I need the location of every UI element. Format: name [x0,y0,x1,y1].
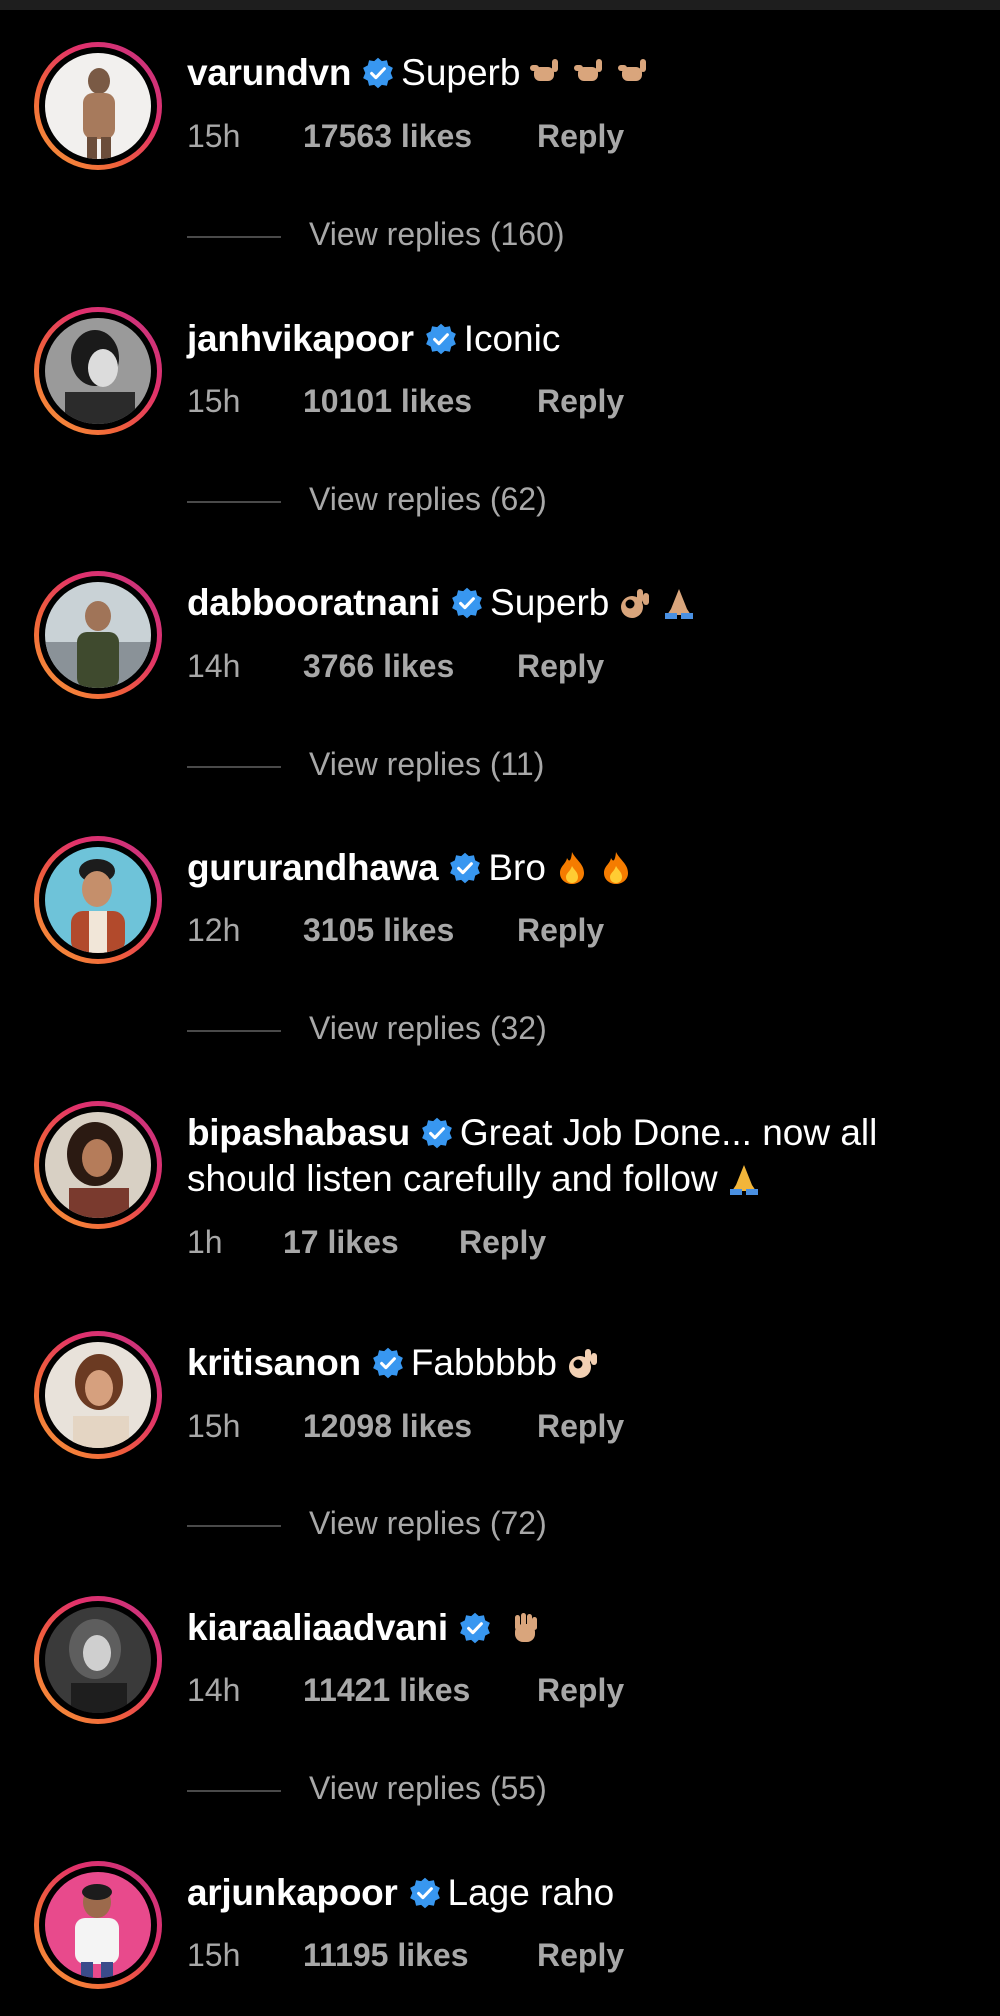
verified-badge-icon [422,1117,452,1149]
username[interactable]: kiaraaliaadvani [187,1607,448,1648]
top-bar [0,0,1000,10]
call-me-hand-emoji-icon [530,59,559,81]
comment-text: Superb [401,52,521,93]
avatar-photo [45,318,151,424]
waving-hand-emoji-icon [514,1613,537,1642]
comment-text: Bro [488,847,546,888]
reply-button[interactable]: Reply [537,1406,624,1446]
view-replies-button[interactable]: View replies (62) [187,479,547,519]
avatar-photo [45,582,151,688]
comment-time: 12h [187,912,241,948]
avatar-photo [45,1872,151,1978]
comment-time: 1h [187,1224,223,1260]
avatar[interactable] [34,1331,162,1459]
username[interactable]: dabbooratnani [187,582,440,623]
divider-line [187,1029,281,1032]
view-replies-button[interactable]: View replies (32) [187,1008,547,1048]
verified-badge-icon [425,323,456,355]
folded-hands-emoji-icon [665,589,694,619]
ok-hand-emoji-icon [621,589,650,618]
view-replies-label: View replies (32) [309,1010,547,1046]
comment-text: Superb [490,582,610,623]
likes-count[interactable]: 3105 likes [303,910,517,950]
avatar[interactable] [34,1101,162,1229]
verified-badge-icon [363,57,394,89]
avatar[interactable] [34,1596,162,1724]
username[interactable]: bipashabasu [187,1112,410,1153]
reply-button[interactable]: Reply [459,1222,546,1262]
username[interactable]: varundvn [187,52,351,93]
view-replies-button[interactable]: View replies (160) [187,214,565,254]
view-replies-label: View replies (55) [309,1770,547,1806]
call-me-hand-emoji-icon [618,59,647,81]
divider-line [187,1789,281,1792]
likes-count[interactable]: 12098 likes [303,1406,537,1446]
view-replies-label: View replies (72) [309,1505,547,1541]
username[interactable]: arjunkapoor [187,1872,398,1913]
comment-time: 15h [187,118,241,154]
likes-count[interactable]: 11195 likes [303,1935,537,1975]
avatar[interactable] [34,571,162,699]
reply-button[interactable]: Reply [537,381,624,421]
comment-text: Lage raho [447,1872,615,1913]
comment-time: 15h [187,1937,241,1973]
view-replies-button[interactable]: View replies (11) [187,744,544,784]
reply-button[interactable]: Reply [537,1670,624,1710]
verified-badge-icon [459,1612,490,1644]
view-replies-button[interactable]: View replies (55) [187,1768,547,1808]
avatar-photo [45,53,151,159]
divider-line [187,1524,281,1527]
avatar-photo [45,1607,151,1713]
avatar[interactable] [34,836,162,964]
reply-button[interactable]: Reply [517,646,604,686]
likes-count[interactable]: 17563 likes [303,116,537,156]
comment-time: 15h [187,1408,241,1444]
ok-hand-emoji-icon [568,1349,597,1378]
likes-count[interactable]: 11421 likes [303,1670,537,1710]
reply-button[interactable]: Reply [537,1935,624,1975]
folded-hands-emoji-icon [729,1165,758,1195]
fire-emoji-icon [603,852,628,884]
verified-badge-icon [372,1347,403,1379]
likes-count[interactable]: 10101 likes [303,381,537,421]
username[interactable]: janhvikapoor [187,318,414,359]
username[interactable]: gururandhawa [187,847,439,888]
view-replies-button[interactable]: View replies (72) [187,1503,547,1543]
comment-time: 14h [187,1672,241,1708]
reply-button[interactable]: Reply [537,116,624,156]
verified-badge-icon [450,852,481,884]
view-replies-label: View replies (11) [309,746,545,782]
username[interactable]: kritisanon [187,1342,361,1383]
avatar-photo [45,1342,151,1448]
view-replies-label: View replies (62) [309,481,547,517]
verified-badge-icon [452,587,482,619]
comment-text: Fabbbbb [410,1342,557,1383]
verified-badge-icon [409,1877,440,1909]
comment-time: 15h [187,383,241,419]
avatar-photo [45,1112,151,1218]
divider-line [187,500,281,503]
view-replies-label: View replies (160) [309,216,565,252]
call-me-hand-emoji-icon [574,59,603,81]
divider-line [187,765,281,768]
fire-emoji-icon [559,852,584,884]
reply-button[interactable]: Reply [517,910,604,950]
comment-text: Iconic [463,318,561,359]
avatar[interactable] [34,307,162,435]
comment-time: 14h [187,648,241,684]
avatar-photo [45,847,151,953]
avatar[interactable] [34,42,162,170]
divider-line [187,235,281,238]
avatar[interactable] [34,1861,162,1989]
likes-count[interactable]: 3766 likes [303,646,517,686]
likes-count[interactable]: 17 likes [283,1222,459,1262]
